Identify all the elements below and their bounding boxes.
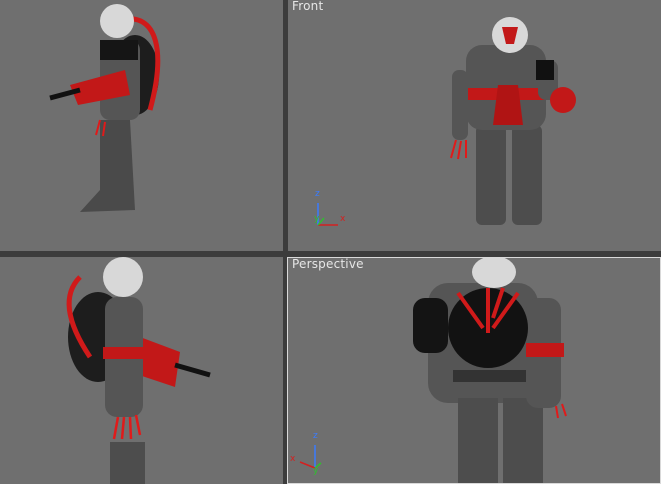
front-axis-x-label: x xyxy=(340,214,346,224)
viewport-bottom-left[interactable] xyxy=(0,257,283,484)
perspective-axis-y-label: y xyxy=(313,466,319,476)
viewport-front[interactable]: Front z y x xyxy=(288,0,661,251)
front-axis-y-label: y xyxy=(314,214,320,224)
front-axis-z-label: z xyxy=(315,189,320,199)
side-back-view-character xyxy=(66,257,211,484)
viewport-perspective[interactable]: Perspective z x y xyxy=(287,257,661,484)
perspective-axis-x-label: x xyxy=(290,454,296,464)
viewport-top-left[interactable] xyxy=(0,0,283,251)
perspective-axis-z-label: z xyxy=(313,431,318,441)
side-view-character xyxy=(49,4,161,212)
perspective-view-character xyxy=(299,258,567,483)
